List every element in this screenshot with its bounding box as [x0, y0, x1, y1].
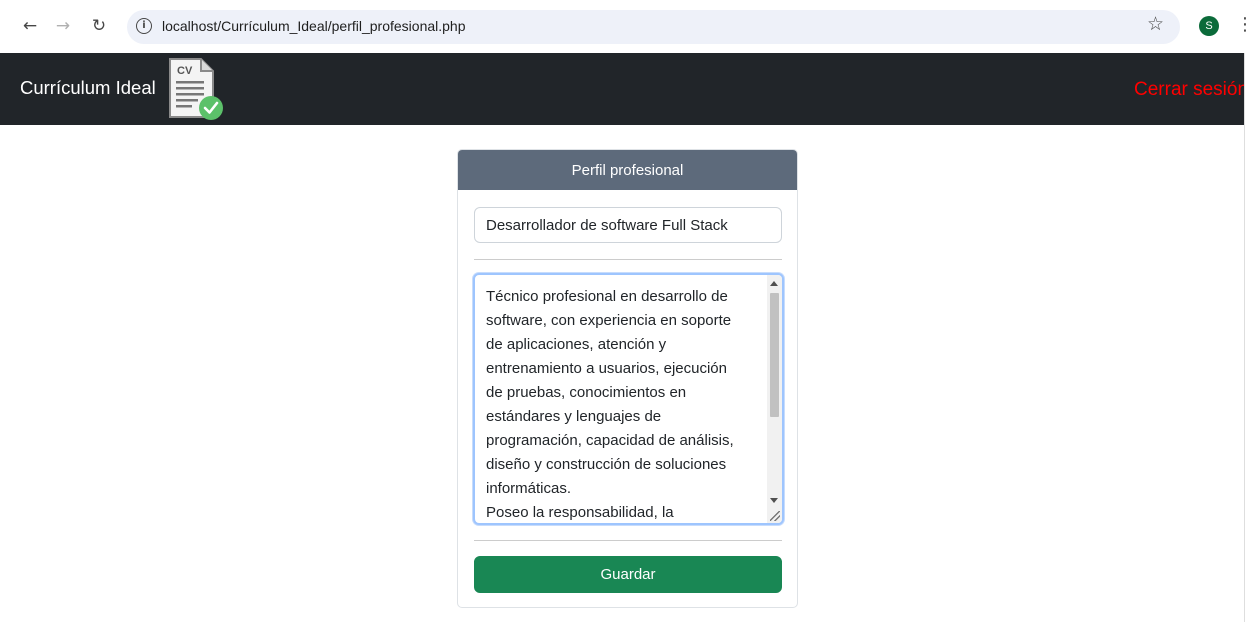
forward-icon[interactable]: →: [51, 14, 75, 38]
save-button[interactable]: Guardar: [474, 556, 782, 593]
brand-title[interactable]: Currículum Ideal: [20, 77, 156, 99]
profile-avatar[interactable]: S: [1199, 16, 1219, 36]
cv-document-icon: CV: [169, 58, 223, 120]
card-header: Perfil profesional: [458, 150, 797, 190]
scroll-down-icon[interactable]: [770, 498, 778, 503]
profile-title-input[interactable]: [474, 207, 782, 243]
reload-icon[interactable]: ↻: [87, 14, 111, 38]
logo-cv-text: CV: [177, 65, 193, 77]
page-scrollbar[interactable]: [1244, 53, 1249, 622]
address-bar[interactable]: i localhost/Currículum_Ideal/perfil_prof…: [127, 10, 1180, 44]
url-text[interactable]: localhost/Currículum_Ideal/perfil_profes…: [162, 18, 466, 34]
app-navbar: Currículum Ideal CV Cerrar sesión: [0, 53, 1248, 125]
divider: [474, 259, 782, 260]
profile-summary-textarea[interactable]: Técnico profesional en desarrollo de sof…: [473, 273, 784, 525]
info-icon[interactable]: i: [136, 18, 152, 34]
divider: [474, 540, 782, 541]
textarea-scrollbar[interactable]: [767, 275, 782, 523]
scroll-up-icon[interactable]: [770, 281, 778, 286]
profile-card: Perfil profesional Técnico profesional e…: [457, 149, 798, 608]
scroll-thumb[interactable]: [770, 293, 779, 417]
logout-link[interactable]: Cerrar sesión: [1134, 79, 1248, 101]
kebab-menu-icon[interactable]: ⋮: [1236, 14, 1249, 35]
back-icon[interactable]: ←: [18, 14, 42, 38]
resize-grip-icon[interactable]: [770, 511, 780, 521]
bookmark-star-icon[interactable]: ☆: [1147, 13, 1164, 35]
browser-toolbar: ← → ↻ i localhost/Currículum_Ideal/perfi…: [0, 0, 1249, 53]
summary-text[interactable]: Técnico profesional en desarrollo de sof…: [486, 285, 756, 523]
